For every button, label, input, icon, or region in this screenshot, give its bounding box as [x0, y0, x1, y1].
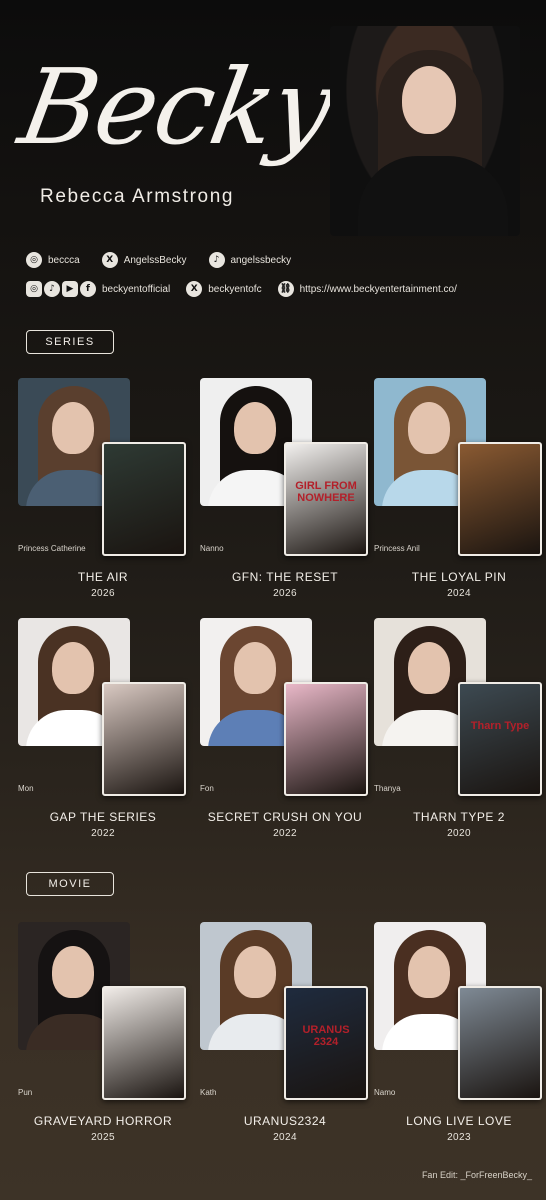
poster-image: Tharn Type	[458, 682, 542, 796]
title-card: Mon GAP THE SERIES 2022	[18, 618, 188, 839]
x-handle: AngelssBecky	[123, 254, 187, 266]
website-url: https://www.beckyentertainment.co/	[299, 283, 457, 295]
x-official-link[interactable]: X beckyentofc	[186, 281, 262, 297]
fan-edit-credit: Fan Edit: _ForFreenBecky_	[421, 1170, 532, 1180]
facebook-icon: f	[80, 281, 96, 297]
show-title: GRAVEYARD HORROR	[33, 1114, 173, 1128]
show-title: URANUS2324	[243, 1114, 327, 1128]
poster-image: URANUS 2324	[284, 986, 368, 1100]
show-title: SECRET CRUSH ON YOU	[207, 810, 363, 824]
tiktok-icon: ♪	[208, 252, 225, 268]
show-year: 2025	[91, 1132, 115, 1143]
social-row-2: ◎ ♪ ▶ f beckyentofficial X beckyentofc ⛓…	[26, 281, 457, 297]
poster-title: Tharn Type	[470, 720, 530, 732]
role-name: Mon	[18, 784, 34, 793]
poster-image	[102, 986, 186, 1100]
show-year: 2022	[91, 828, 115, 839]
poster-image	[102, 442, 186, 556]
becky-title: Becky	[11, 46, 341, 168]
poster-image	[284, 682, 368, 796]
instagram-link[interactable]: ◎ beccca	[26, 252, 80, 268]
role-name: Princess Anil	[374, 544, 420, 553]
poster-title: URANUS 2324	[302, 1024, 350, 1048]
full-name: Rebecca Armstrong	[40, 186, 235, 207]
youtube-icon: ▶	[62, 281, 78, 297]
role-name: Nanno	[200, 544, 224, 553]
poster-image	[458, 442, 542, 556]
title-card: Princess Anil THE LOYAL PIN 2024	[374, 378, 544, 599]
instagram-handle: beccca	[48, 254, 80, 266]
title-card: GIRL FROM NOWHERE Nanno GFN: THE RESET 2…	[200, 378, 370, 599]
tiktok-link[interactable]: ♪ angelssbecky	[208, 252, 292, 268]
show-year: 2024	[447, 588, 471, 599]
show-title: THE LOYAL PIN	[411, 570, 507, 584]
x-icon: X	[101, 252, 118, 268]
show-year: 2026	[91, 588, 115, 599]
x-link[interactable]: X AngelssBecky	[101, 252, 187, 268]
title-card: Princess Catherine THE AIR 2026	[18, 378, 188, 599]
x-official-handle: beckyentofc	[208, 283, 262, 295]
show-title: THARN TYPE 2	[413, 810, 505, 824]
official-accounts-link[interactable]: ◎ ♪ ▶ f beckyentofficial	[26, 281, 170, 297]
series-label: SERIES	[26, 330, 114, 354]
show-title: GAP THE SERIES	[49, 810, 157, 824]
poster-image: GIRL FROM NOWHERE	[284, 442, 368, 556]
role-name: Fon	[200, 784, 214, 793]
show-year: 2026	[273, 588, 297, 599]
instagram-icon: ◎	[26, 281, 42, 297]
show-year: 2023	[447, 1132, 471, 1143]
movie-label: MOVIE	[26, 872, 114, 896]
social-row-1: ◎ beccca X AngelssBecky ♪ angelssbecky	[26, 252, 291, 268]
poster-image	[102, 682, 186, 796]
website-link[interactable]: ⛓ https://www.beckyentertainment.co/	[277, 281, 457, 297]
tiktok-icon: ♪	[44, 281, 60, 297]
instagram-icon: ◎	[26, 252, 42, 268]
title-card: Pun GRAVEYARD HORROR 2025	[18, 922, 188, 1143]
title-card: URANUS 2324 Kath URANUS2324 2024	[200, 922, 370, 1143]
tiktok-handle: angelssbecky	[230, 254, 292, 266]
x-icon: X	[186, 281, 203, 297]
role-name: Kath	[200, 1088, 217, 1097]
hero-portrait	[330, 26, 520, 236]
role-name: Princess Catherine	[18, 544, 86, 553]
poster-title: GIRL FROM NOWHERE	[295, 480, 357, 504]
official-handle: beckyentofficial	[102, 283, 171, 295]
show-year: 2024	[273, 1132, 297, 1143]
title-card: Fon SECRET CRUSH ON YOU 2022	[200, 618, 370, 839]
show-title: LONG LIVE LOVE	[406, 1114, 512, 1128]
role-name: Namo	[374, 1088, 396, 1097]
show-title: THE AIR	[77, 570, 129, 584]
poster-image	[458, 986, 542, 1100]
link-icon: ⛓	[277, 281, 294, 297]
show-year: 2022	[273, 828, 297, 839]
title-card: Namo LONG LIVE LOVE 2023	[374, 922, 544, 1143]
role-name: Pun	[18, 1088, 33, 1097]
show-title: GFN: THE RESET	[231, 570, 339, 584]
show-year: 2020	[447, 828, 471, 839]
role-name: Thanya	[374, 784, 401, 793]
title-card: Tharn Type Thanya THARN TYPE 2 2020	[374, 618, 544, 839]
